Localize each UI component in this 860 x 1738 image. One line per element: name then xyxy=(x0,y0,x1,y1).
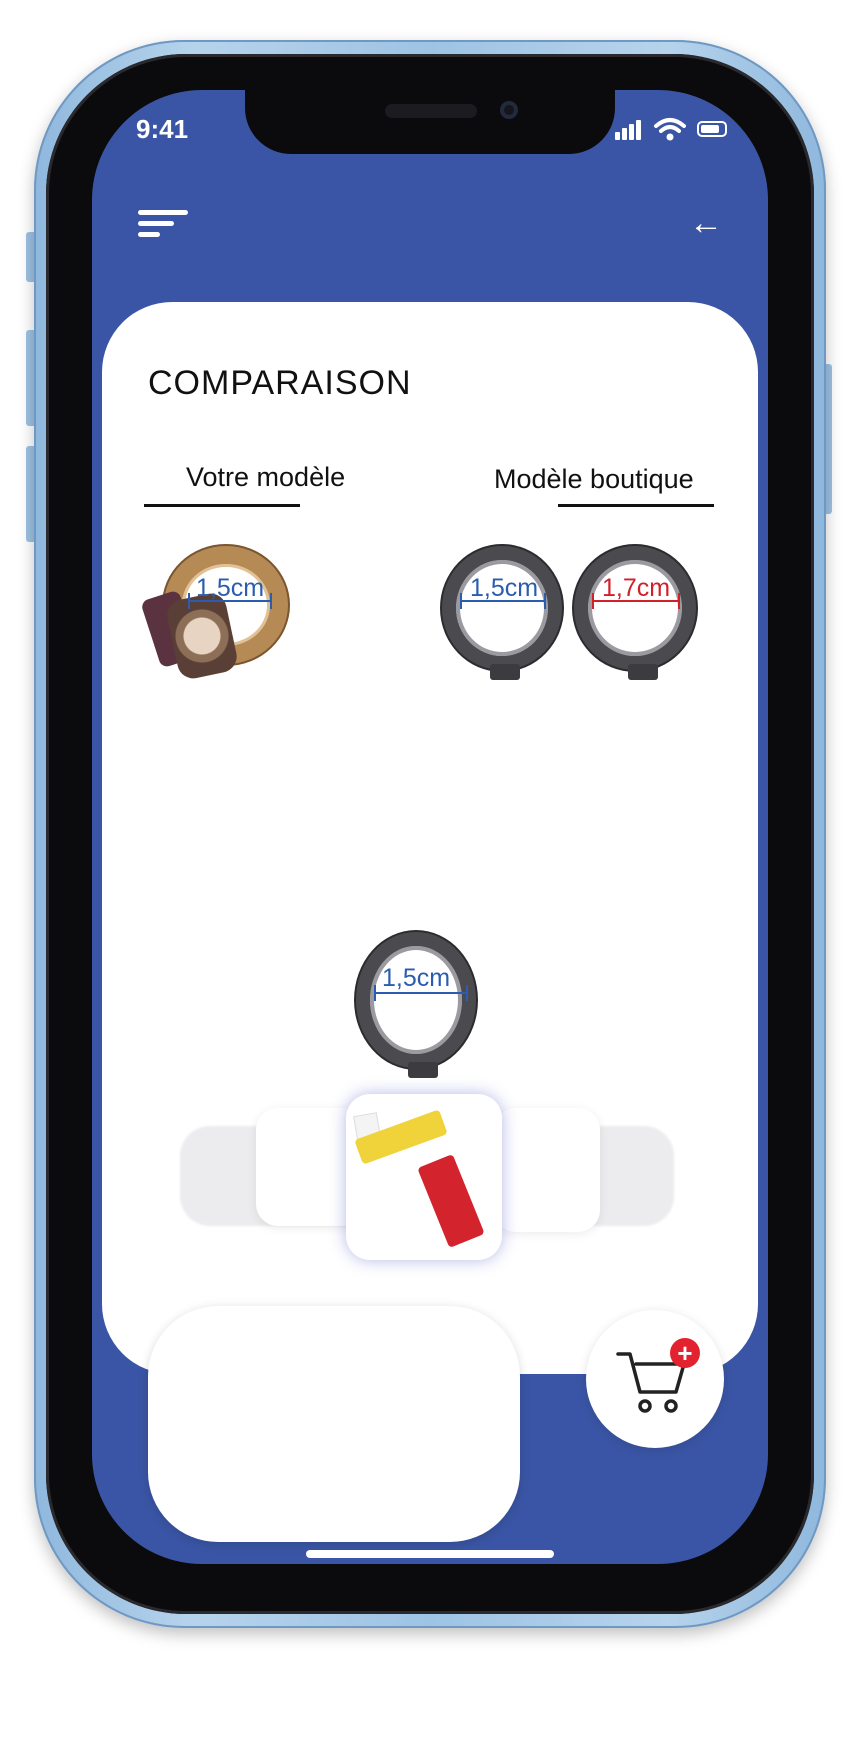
your-model-underline xyxy=(144,504,300,507)
shop-model-underline xyxy=(558,504,714,507)
preview-measure: 1,5cm xyxy=(382,964,451,992)
signal-icon xyxy=(615,132,620,140)
signal-icon xyxy=(629,124,634,140)
wifi-icon xyxy=(654,118,686,141)
measuring-tape-icon xyxy=(417,1154,485,1248)
page-title: COMPARAISON xyxy=(148,364,412,402)
bottom-panel xyxy=(148,1306,520,1542)
status-icons xyxy=(615,116,735,144)
ring-prong xyxy=(628,664,658,680)
carousel-item-selected[interactable] xyxy=(346,1094,502,1260)
battery-icon xyxy=(697,121,727,137)
phone-speaker xyxy=(385,104,477,118)
front-camera xyxy=(500,101,518,119)
menu-icon[interactable] xyxy=(138,210,190,240)
ring-prong xyxy=(490,664,520,680)
arrow-left-icon[interactable]: ← xyxy=(686,206,726,240)
your-model-label: Votre modèle xyxy=(186,462,346,492)
plus-icon: + xyxy=(670,1338,700,1368)
shop-model-measure-2: 1,7cm xyxy=(602,574,671,602)
signal-icon xyxy=(622,128,627,140)
carousel-item[interactable] xyxy=(494,1108,600,1232)
shop-model-measure-1: 1,5cm xyxy=(470,574,539,602)
your-model-measure: 1,5cm xyxy=(196,574,265,602)
status-time: 9:41 xyxy=(136,114,189,144)
phone-notch xyxy=(245,90,615,154)
ring-prong xyxy=(408,1062,438,1078)
home-indicator[interactable] xyxy=(306,1550,554,1558)
shop-model-label: Modèle boutique xyxy=(494,464,694,494)
signal-icon xyxy=(636,120,641,140)
phone-mockup: 9:41 ← COMPARAISON Votre modèle Modèle b… xyxy=(0,0,860,1738)
